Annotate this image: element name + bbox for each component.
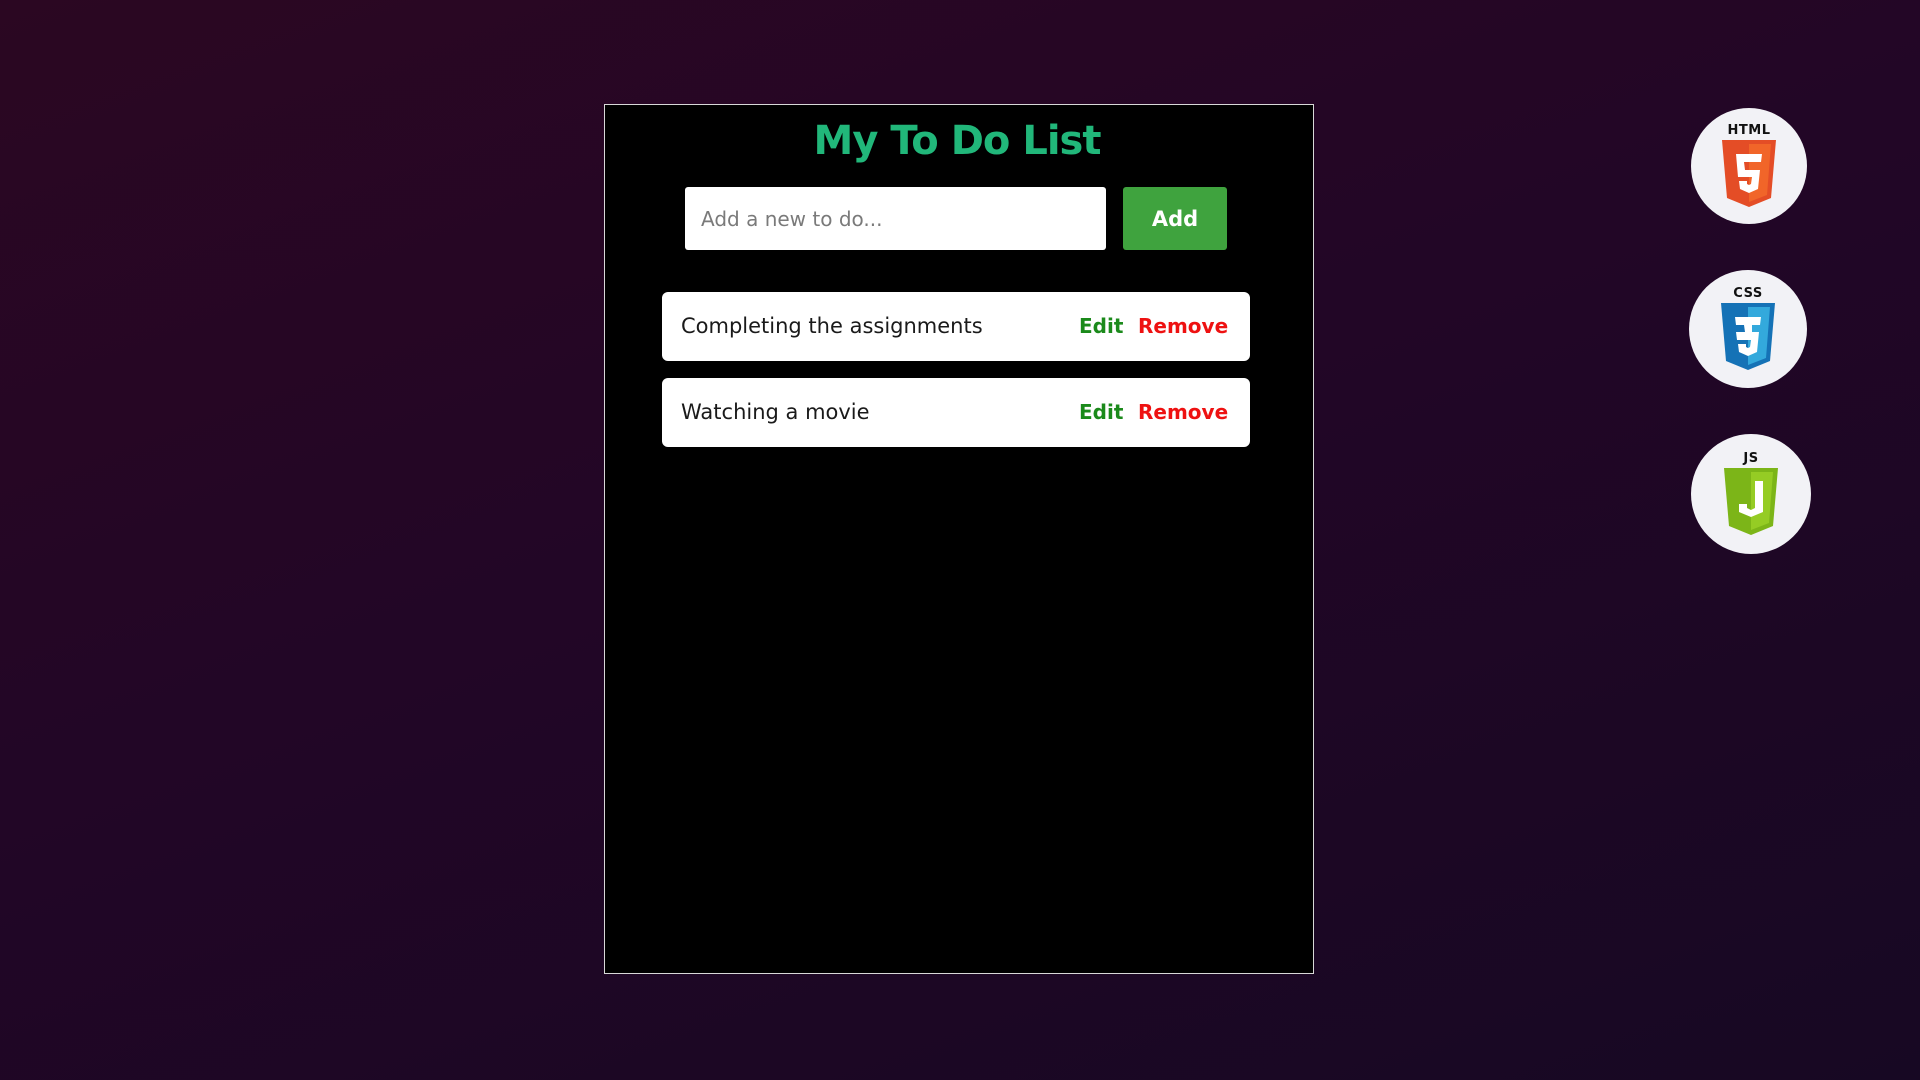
html5-label: HTML: [1727, 123, 1771, 138]
js-label: JS: [1743, 451, 1759, 466]
todo-text: Completing the assignments: [681, 314, 983, 338]
remove-button[interactable]: Remove: [1138, 378, 1228, 447]
html5-shield-icon: [1722, 140, 1776, 207]
page-title: My To Do List: [813, 118, 1102, 164]
css3-shield-icon: [1721, 303, 1775, 370]
todo-list: Completing the assignments Edit Remove W…: [662, 292, 1250, 464]
todo-item: Watching a movie Edit Remove: [662, 378, 1250, 447]
todo-item: Completing the assignments Edit Remove: [662, 292, 1250, 361]
new-todo-input[interactable]: [685, 187, 1106, 250]
css3-label: CSS: [1733, 286, 1763, 301]
js-badge: JS: [1691, 434, 1811, 554]
edit-button[interactable]: Edit: [1079, 378, 1123, 447]
edit-button[interactable]: Edit: [1079, 292, 1123, 361]
add-button[interactable]: Add: [1123, 187, 1227, 250]
js-shield-icon: [1724, 468, 1778, 535]
html5-badge: HTML: [1691, 108, 1807, 224]
todo-text: Watching a movie: [681, 400, 870, 424]
remove-button[interactable]: Remove: [1138, 292, 1228, 361]
css3-badge: CSS: [1689, 270, 1807, 388]
